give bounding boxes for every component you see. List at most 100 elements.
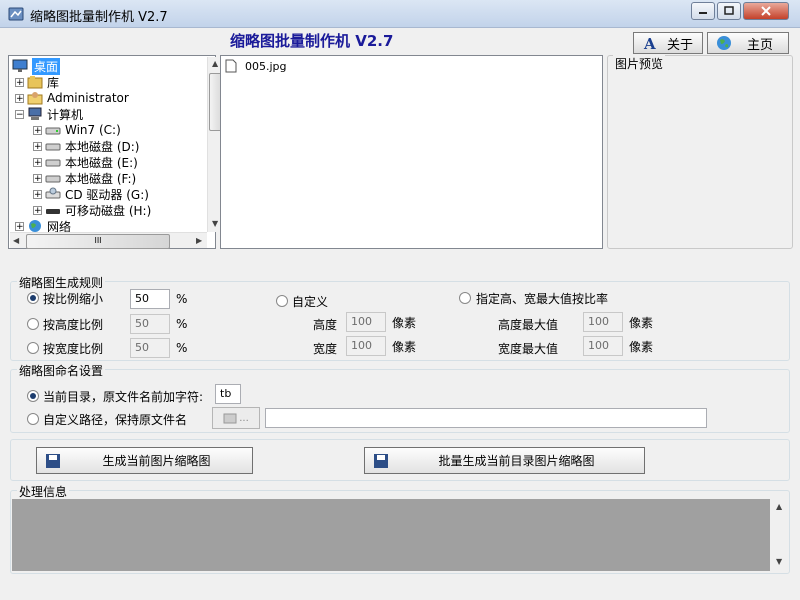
- scroll-up-icon[interactable]: ▲: [212, 59, 218, 68]
- scroll-thumb[interactable]: III: [26, 234, 170, 249]
- by-width-label: 按宽度比例: [43, 342, 104, 356]
- network-icon: [27, 219, 43, 233]
- window-title: 缩略图批量制作机 V2.7: [30, 10, 168, 25]
- save-icon: [373, 453, 389, 469]
- naming-label: 缩略图命名设置: [17, 362, 106, 379]
- height-ratio-input[interactable]: 50: [130, 314, 170, 334]
- drive-icon: [45, 171, 61, 185]
- log-vertical-scrollbar[interactable]: ▲ ▼: [772, 499, 788, 571]
- desktop-icon: [12, 59, 28, 73]
- generate-current-button[interactable]: 生成当前图片缩略图: [36, 447, 253, 474]
- max-height-input[interactable]: 100: [583, 312, 623, 332]
- custom-label: 自定义: [292, 295, 329, 309]
- current-dir-label: 当前目录，原文件名前加字符:: [43, 390, 204, 404]
- scroll-down-icon[interactable]: ▼: [212, 219, 218, 228]
- height-ratio-unit: %: [176, 317, 188, 331]
- library-icon: [27, 75, 43, 89]
- radio-by-ratio[interactable]: [27, 292, 39, 304]
- custom-height-unit: 像素: [392, 316, 417, 330]
- tree-horizontal-scrollbar[interactable]: ◀ III ▶: [10, 232, 207, 249]
- tree-item-desktop[interactable]: 桌面: [12, 57, 61, 75]
- expand-icon[interactable]: +: [15, 77, 24, 87]
- scroll-up-icon[interactable]: ▲: [776, 502, 782, 511]
- generate-batch-button[interactable]: 批量生成当前目录图片缩略图: [364, 447, 645, 474]
- browse-path-button[interactable]: ...: [212, 407, 260, 429]
- cd-drive-icon: [45, 187, 61, 201]
- radio-custom[interactable]: [276, 295, 288, 307]
- custom-path-input[interactable]: [265, 408, 707, 428]
- app-icon: [8, 6, 24, 22]
- expand-icon[interactable]: +: [33, 205, 42, 215]
- max-width-unit: 像素: [629, 340, 654, 354]
- file-list[interactable]: 005.jpg: [220, 55, 603, 249]
- radio-by-width[interactable]: [27, 342, 39, 354]
- log-output[interactable]: [12, 499, 770, 571]
- folder-tree[interactable]: 桌面 + 库 + Administrator − 计算机 + Win7 (C:)…: [8, 55, 224, 249]
- tree-item-library[interactable]: + 库: [15, 74, 59, 90]
- expand-icon[interactable]: +: [33, 125, 42, 135]
- maximize-button[interactable]: [717, 2, 741, 20]
- file-icon: [225, 59, 241, 73]
- tree-item-cd-g[interactable]: + CD 驱动器 (G:): [33, 186, 149, 202]
- expand-icon[interactable]: +: [15, 221, 24, 231]
- globe-icon: [716, 35, 732, 51]
- minimize-button[interactable]: [691, 2, 715, 20]
- home-label: 主页: [746, 37, 773, 53]
- expand-icon[interactable]: +: [33, 173, 42, 183]
- prefix-input[interactable]: tb: [215, 384, 241, 404]
- collapse-icon[interactable]: −: [15, 109, 24, 119]
- close-icon: [761, 6, 771, 16]
- computer-icon: [27, 107, 43, 121]
- tree-item-removable-h[interactable]: + 可移动磁盘 (H:): [33, 202, 151, 218]
- title-bar[interactable]: 缩略图批量制作机 V2.7: [0, 0, 800, 28]
- max-height-label: 高度最大值: [498, 318, 559, 332]
- svg-text:A: A: [643, 35, 656, 51]
- list-item[interactable]: 005.jpg: [225, 58, 287, 74]
- custom-width-label: 宽度: [313, 342, 338, 356]
- log-label: 处理信息: [17, 483, 70, 500]
- header-title: 缩略图批量制作机 V2.7: [230, 32, 394, 50]
- preview-label: 图片预览: [613, 55, 666, 72]
- tree-item-drive-c[interactable]: + Win7 (C:): [33, 122, 121, 138]
- image-preview-panel: 图片预览: [607, 55, 793, 249]
- tree-item-computer[interactable]: − 计算机: [15, 106, 83, 122]
- user-folder-icon: [27, 91, 43, 105]
- custom-height-label: 高度: [313, 318, 338, 332]
- custom-height-input[interactable]: 100: [346, 312, 386, 332]
- tree-item-drive-e[interactable]: + 本地磁盘 (E:): [33, 154, 138, 170]
- home-button[interactable]: 主页: [707, 32, 789, 54]
- radio-current-dir[interactable]: [27, 390, 39, 402]
- rules-label: 缩略图生成规则: [17, 274, 106, 291]
- folder-browse-icon: [223, 413, 237, 424]
- width-ratio-input[interactable]: 50: [130, 338, 170, 358]
- font-a-icon: A: [642, 35, 658, 51]
- tree-item-drive-f[interactable]: + 本地磁盘 (F:): [33, 170, 136, 186]
- about-button[interactable]: A 关于: [633, 32, 703, 54]
- radio-max-wh[interactable]: [459, 292, 471, 304]
- expand-icon[interactable]: +: [15, 93, 24, 103]
- generate-batch-label: 批量生成当前目录图片缩略图: [438, 454, 595, 468]
- drive-icon: [45, 155, 61, 169]
- custom-path-label: 自定义路径，保持原文件名: [43, 413, 188, 427]
- tree-item-drive-d[interactable]: + 本地磁盘 (D:): [33, 138, 139, 154]
- ratio-input[interactable]: 50: [130, 289, 170, 309]
- max-width-input[interactable]: 100: [583, 336, 623, 356]
- width-ratio-unit: %: [176, 341, 188, 355]
- expand-icon[interactable]: +: [33, 189, 42, 199]
- radio-custom-path[interactable]: [27, 413, 39, 425]
- max-wh-label: 指定高、宽最大值按比率: [476, 292, 609, 306]
- by-ratio-label: 按比例缩小: [43, 292, 104, 306]
- drive-icon: [45, 139, 61, 153]
- custom-width-unit: 像素: [392, 340, 417, 354]
- scroll-right-icon[interactable]: ▶: [196, 236, 202, 245]
- scroll-down-icon[interactable]: ▼: [776, 557, 782, 566]
- custom-width-input[interactable]: 100: [346, 336, 386, 356]
- expand-icon[interactable]: +: [33, 157, 42, 167]
- max-height-unit: 像素: [629, 316, 654, 330]
- expand-icon[interactable]: +: [33, 141, 42, 151]
- close-button[interactable]: [743, 2, 789, 20]
- scroll-left-icon[interactable]: ◀: [13, 236, 19, 245]
- drive-icon: [45, 123, 61, 137]
- radio-by-height[interactable]: [27, 318, 39, 330]
- tree-item-administrator[interactable]: + Administrator: [15, 90, 129, 106]
